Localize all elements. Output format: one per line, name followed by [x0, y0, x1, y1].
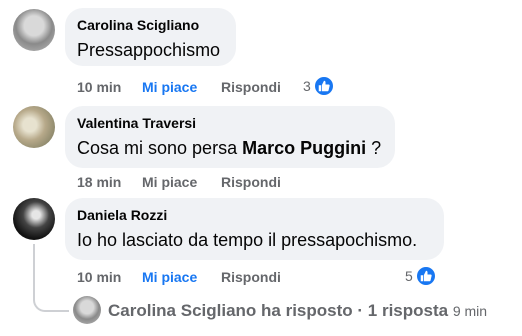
comment-text-start: Cosa mi sono persa — [77, 138, 243, 158]
comments-panel: Carolina Scigliano Pressappochismo 10 mi… — [0, 0, 522, 336]
reply-time: 9 min — [452, 303, 488, 319]
like-reaction-icon — [414, 265, 437, 287]
reaction-count: 3 — [303, 78, 311, 94]
reply-count: 1 risposta — [367, 301, 449, 320]
reaction-summary[interactable]: 3 — [303, 75, 335, 97]
mention-link[interactable]: Marco Puggini — [242, 138, 366, 158]
reply-button[interactable]: Rispondi — [221, 268, 281, 286]
comment-author[interactable]: Daniela Rozzi — [77, 206, 432, 224]
reply-button[interactable]: Rispondi — [221, 173, 281, 191]
comment-time[interactable]: 10 min — [77, 78, 121, 96]
avatar[interactable] — [73, 296, 101, 324]
avatar[interactable] — [13, 198, 55, 240]
comment-author[interactable]: Carolina Scigliano — [77, 16, 224, 34]
reaction-summary[interactable]: 5 — [405, 265, 437, 287]
comment-text: Pressappochismo — [77, 40, 221, 60]
comment-time[interactable]: 18 min — [77, 173, 121, 191]
reply-button[interactable]: Rispondi — [221, 78, 281, 96]
comment-bubble: Daniela Rozzi Io ho lasciato da tempo il… — [65, 198, 444, 260]
comment-bubble: Carolina Scigliano Pressappochismo — [65, 8, 236, 66]
comment-text: Io ho lasciato da tempo il pressapochism… — [77, 230, 418, 250]
comment-time[interactable]: 10 min — [77, 268, 121, 286]
avatar[interactable] — [13, 9, 55, 51]
like-reaction-icon — [312, 75, 335, 97]
comment-text: Cosa mi sono persa Marco Puggini ? — [77, 136, 383, 160]
view-replies-link[interactable]: Carolina Scigliano ha risposto · 1 rispo… — [108, 300, 487, 322]
avatar[interactable] — [13, 106, 55, 148]
like-button[interactable]: Mi piace — [142, 268, 197, 286]
comment-bubble: Valentina Traversi Cosa mi sono persa Ma… — [65, 106, 395, 168]
reply-author: Carolina Scigliano ha risposto — [108, 301, 353, 320]
comment-text-end: ? — [366, 138, 382, 158]
like-button[interactable]: Mi piace — [142, 173, 197, 191]
reaction-count: 5 — [405, 268, 413, 284]
comment-author[interactable]: Valentina Traversi — [77, 114, 383, 132]
thread-connector — [33, 244, 69, 312]
like-button[interactable]: Mi piace — [142, 78, 197, 96]
separator: · — [352, 301, 368, 320]
